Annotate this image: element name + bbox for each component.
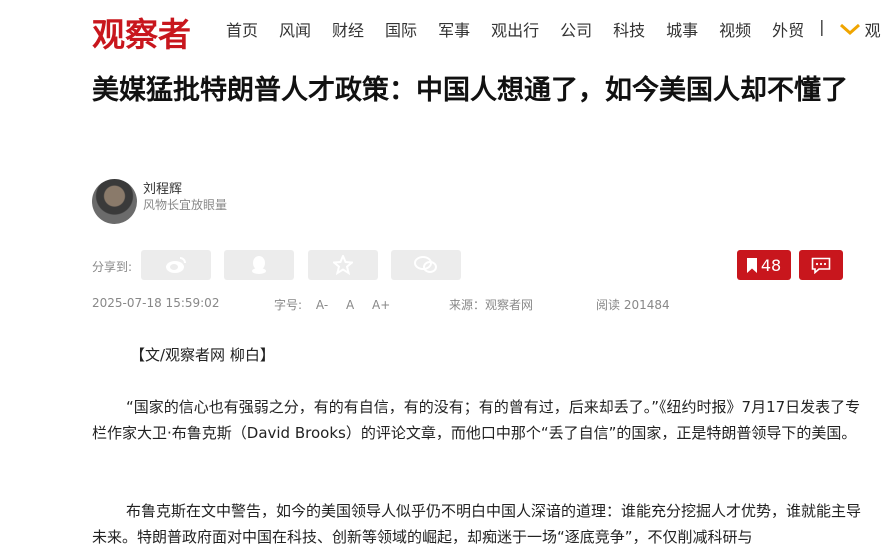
read-count: 阅读 201484	[596, 298, 670, 312]
font-size-default-button[interactable]: A	[346, 298, 354, 312]
article-paragraph: “国家的信心也有强弱之分，有的有自信，有的没有；有的曾有过，后来却丢了。”《纽约…	[92, 398, 861, 442]
share-qzone-button[interactable]	[308, 250, 378, 280]
nav-item-tech[interactable]: 科技	[613, 17, 645, 41]
share-label: 分享到:	[92, 260, 133, 274]
bookmark-count: 48	[760, 255, 782, 275]
wechat-icon	[414, 256, 437, 273]
article-source: 来源：观察者网	[449, 298, 534, 312]
share-weibo-button[interactable]	[141, 250, 211, 280]
nav-item-finance[interactable]: 财经	[332, 17, 364, 41]
nav-item-trade[interactable]: 外贸	[772, 17, 804, 41]
author-tagline: 风物长宜放眼量	[143, 198, 228, 212]
article-paragraph: 布鲁克斯在文中警告，如今的美国领导人似乎仍不明白中国人深谙的道理：谁能充分挖掘人…	[92, 502, 862, 546]
author-avatar[interactable]	[92, 179, 137, 224]
nav-item-company[interactable]: 公司	[560, 17, 592, 41]
nav-item-military[interactable]: 军事	[438, 17, 470, 41]
bookmark-icon	[746, 257, 757, 273]
main-nav: 首页 风闻 财经 国际 军事 观出行 公司 科技 城事 视频 外贸 | 观	[226, 17, 881, 41]
article-byline: 【文/观察者网 柳白】	[130, 346, 275, 364]
share-qq-button[interactable]	[224, 250, 294, 280]
article-title: 美媒猛批特朗普人才政策：中国人想通了，如今美国人却不懂了	[92, 75, 848, 106]
qzone-star-icon	[333, 255, 353, 275]
bookmark-button[interactable]: 48	[737, 250, 791, 280]
nav-more[interactable]: 观	[839, 17, 881, 41]
share-wechat-button[interactable]	[391, 250, 461, 280]
nav-item-home[interactable]: 首页	[226, 17, 258, 41]
nav-item-fengwen[interactable]: 风闻	[279, 17, 311, 41]
site-logo[interactable]: 观察者	[92, 8, 191, 56]
comment-icon	[811, 257, 831, 274]
publish-datetime: 2025-07-18 15:59:02	[92, 296, 220, 310]
comment-button[interactable]	[799, 250, 843, 280]
nav-item-international[interactable]: 国际	[385, 17, 417, 41]
chevron-down-icon	[839, 23, 860, 36]
nav-item-video[interactable]: 视频	[719, 17, 751, 41]
qq-icon	[252, 256, 266, 274]
font-size-control: 字号: A- A A+	[274, 296, 390, 313]
font-size-label: 字号:	[274, 298, 303, 312]
font-size-smaller-button[interactable]: A-	[316, 298, 328, 312]
nav-item-travel[interactable]: 观出行	[491, 17, 539, 41]
weibo-icon	[166, 257, 186, 273]
author-name[interactable]: 刘程辉	[143, 178, 182, 197]
nav-separator: |	[819, 17, 825, 36]
font-size-larger-button[interactable]: A+	[372, 298, 390, 312]
nav-more-label: 观	[864, 21, 881, 40]
nav-item-city[interactable]: 城事	[666, 17, 698, 41]
